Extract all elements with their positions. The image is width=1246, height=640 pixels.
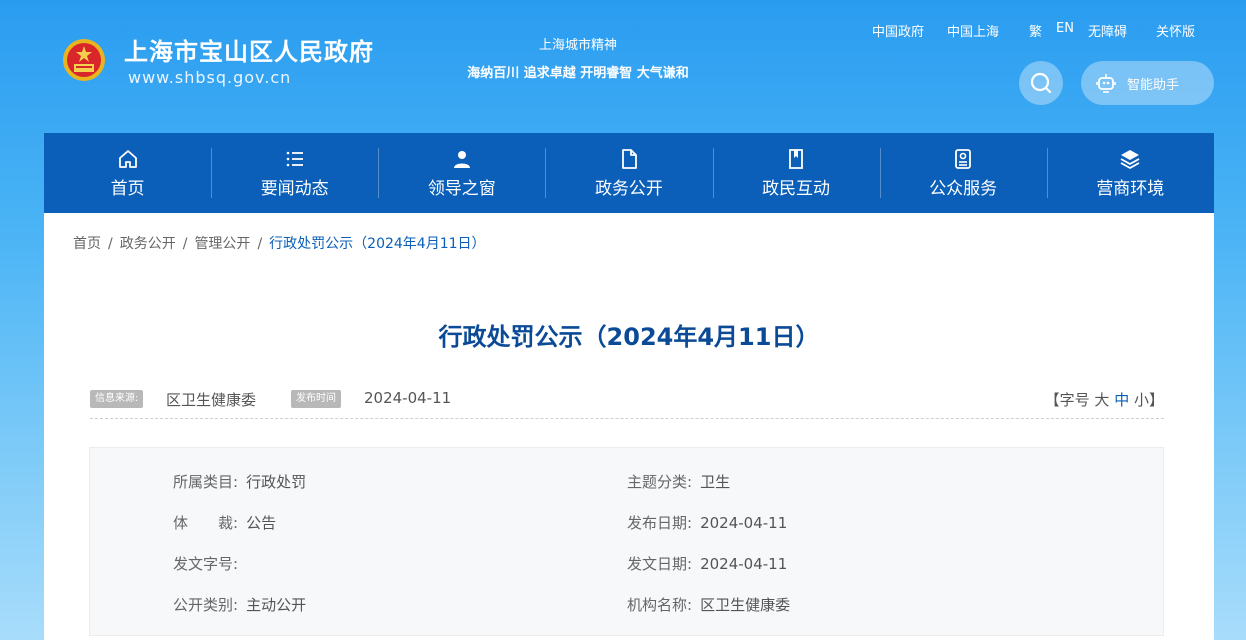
font-size-control: 【字号 大 中 小】 [1045,389,1164,410]
nav-item-news[interactable]: 要闻动态 [211,133,378,213]
assistant-label: 智能助手 [1127,77,1180,93]
link-accessibility[interactable]: 无障碍 [1088,21,1127,40]
article-title: 行政处罚公示（2024年4月11日） [438,323,820,351]
link-shanghai[interactable]: 中国上海 [947,21,999,40]
info-label: 公开类别: [173,596,239,614]
nav-label: 首页 [110,178,145,199]
layers-icon [1120,149,1140,169]
link-traditional[interactable]: 繁 [1029,21,1042,40]
list-icon [286,151,303,166]
breadcrumb-current: 行政处罚公示（2024年4月11日） [269,236,486,252]
info-value: 区卫生健康委 [700,596,791,614]
site-url: www.shbsq.gov.cn [128,68,292,87]
info-value: 主动公开 [246,596,307,614]
info-label: 发布日期: [627,514,693,532]
link-english[interactable]: EN [1056,21,1074,36]
breadcrumb: 首页 / 政务公开 / 管理公开 / 行政处罚公示（2024年4月11日） [73,233,486,253]
breadcrumb-separator: / [182,236,188,252]
info-category: 所属类目: 行政处罚 [173,471,306,492]
site-header: 上海市宝山区人民政府 www.shbsq.gov.cn 上海城市精神 海纳百川 … [0,0,1246,133]
font-small-button[interactable]: 小】 [1134,391,1164,409]
breadcrumb-separator: / [108,236,113,252]
info-value: 公告 [246,514,277,532]
top-links: 中国政府 中国上海 繁 EN 无障碍 关怀版 [0,21,1246,40]
nav-label: 营商环境 [1096,178,1165,199]
nav-label: 政务公开 [594,178,663,199]
breadcrumb-gov-affairs[interactable]: 政务公开 [120,236,176,252]
user-icon [453,150,470,168]
main-nav: 首页 要闻动态 领导之窗 政务公开 政民互动 公众服务 营商环境 [44,133,1214,213]
service-icon [955,148,972,169]
national-emblem-icon [63,39,105,81]
nav-label: 公众服务 [929,178,998,199]
nav-label: 要闻动态 [260,178,329,199]
nav-item-public-service[interactable]: 公众服务 [879,133,1047,213]
city-spirit-text: 海纳百川 追求卓越 开明睿智 大气谦和 [467,66,689,81]
search-icon [1030,72,1052,94]
time-value: 2024-04-11 [364,389,452,407]
link-care-mode[interactable]: 关怀版 [1156,21,1195,40]
info-label: 机构名称: [627,596,693,614]
nav-label: 政民互动 [762,178,831,199]
nav-item-interaction[interactable]: 政民互动 [712,133,880,213]
info-label: 发文字号: [173,555,239,573]
info-label: 体 裁: [173,514,239,532]
book-icon [789,148,803,169]
info-label: 主题分类: [627,473,693,491]
nav-label: 领导之窗 [427,178,496,199]
robot-icon [1096,74,1116,93]
source-badge: 信息来源: [90,390,144,408]
assistant-button[interactable]: 智能助手 [1081,61,1214,105]
breadcrumb-home[interactable]: 首页 [73,236,101,252]
info-genre: 体 裁: 公告 [173,512,276,533]
home-icon [118,149,137,168]
breadcrumb-separator: / [257,236,263,252]
link-china-gov[interactable]: 中国政府 [872,21,924,40]
info-box: 所属类目: 行政处罚 主题分类: 卫生 体 裁: 公告 发布日期: 2024-04-11… [89,447,1164,636]
info-doc-number: 发文字号: [173,553,246,574]
info-topic: 主题分类: 卫生 [627,471,730,492]
article-meta: 信息来源: 区卫生健康委 发布时间 2024-04-11 【字号 大 中 小】 [90,387,1164,419]
info-open-type: 公开类别: 主动公开 [173,594,306,615]
info-value: 行政处罚 [246,473,307,491]
font-large-button[interactable]: 大 [1094,391,1109,409]
source-value: 区卫生健康委 [166,391,257,409]
info-label: 发文日期: [627,555,693,573]
nav-item-leaders[interactable]: 领导之窗 [378,133,545,213]
content-panel: 首页 / 政务公开 / 管理公开 / 行政处罚公示（2024年4月11日） 行政处罚公示（2… [44,213,1214,640]
info-value: 2024-04-11 [700,514,788,532]
nav-item-business[interactable]: 营商环境 [1046,133,1214,213]
font-size-label: 【字号 [1044,391,1090,409]
search-button[interactable] [1019,61,1063,105]
info-value: 2024-04-11 [700,555,788,573]
info-issue-date: 发文日期: 2024-04-11 [627,553,787,574]
info-organization: 机构名称: 区卫生健康委 [627,594,790,615]
nav-item-home[interactable]: 首页 [44,133,211,213]
font-medium-button[interactable]: 中 [1114,391,1129,409]
breadcrumb-management[interactable]: 管理公开 [194,236,250,252]
info-value: 卫生 [700,473,731,491]
nav-item-gov-affairs[interactable]: 政务公开 [545,133,712,213]
info-label: 所属类目: [173,473,239,491]
time-badge: 发布时间 [291,390,341,408]
document-icon [622,148,637,169]
info-publish-date: 发布日期: 2024-04-11 [627,512,787,533]
